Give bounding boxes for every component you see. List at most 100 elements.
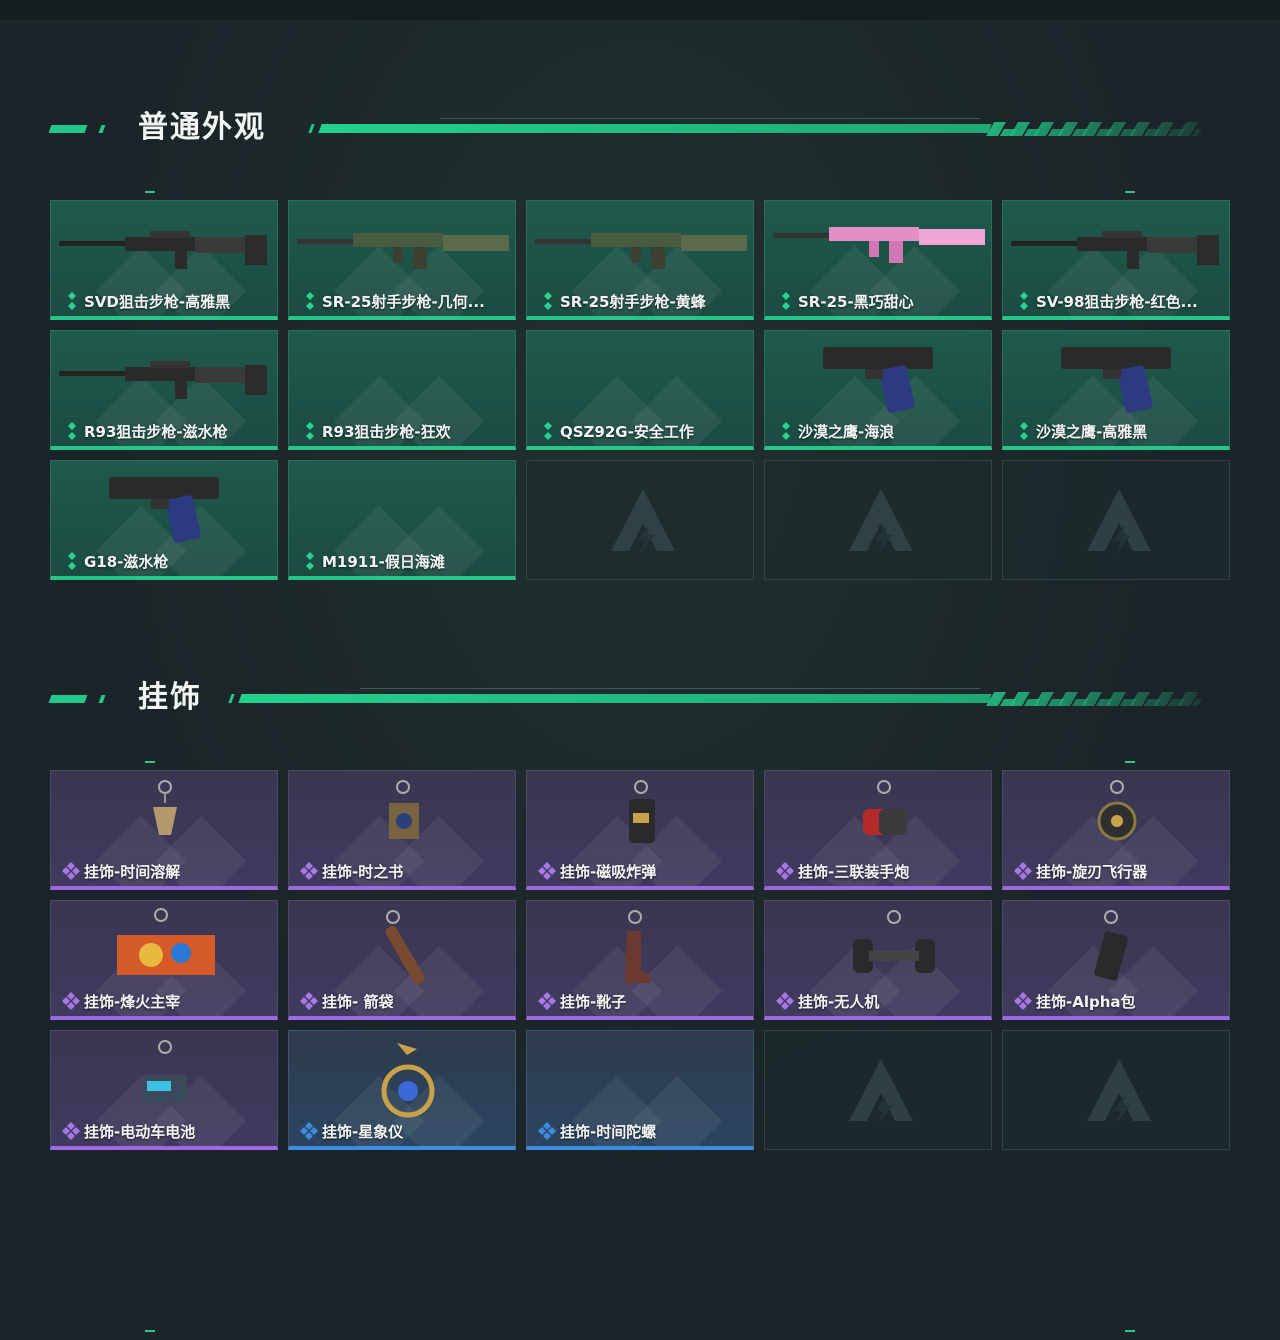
item-card[interactable]: R93狙击步枪-狂欢 [288,330,516,450]
item-card[interactable]: 挂饰- 箭袋 [288,900,516,1020]
item-label: 挂饰-时间溶解 [84,863,181,881]
section-title: 挂饰 [138,680,202,715]
item-label: SV-98狙击步枪-红色... [1036,293,1198,311]
empty-slot [1002,1030,1230,1150]
sniper-rifle-icon [1007,217,1227,281]
section-header: 挂饰 [48,678,1205,718]
pistol-icon [99,467,229,551]
charms-grid: 挂饰-时间溶解 挂饰-时之书 挂饰-磁吸炸弹 挂饰-三联装手炮 挂饰-旋刃飞行器挂饰-烽… [50,770,1230,1150]
item-card[interactable]: 挂饰-电动车电池 [50,1030,278,1150]
item-card[interactable]: 挂饰-星象仪 [288,1030,516,1150]
rarity-icon [300,1122,318,1140]
item-card[interactable]: 挂饰-时间溶解 [50,770,278,890]
marksman-rifle-icon [531,217,751,281]
item-card[interactable]: M1911-假日海滩 [288,460,516,580]
item-label: M1911-假日海滩 [322,553,445,571]
item-card[interactable]: 挂饰-时之书 [288,770,516,890]
sniper-rifle-icon [55,347,275,411]
item-label: 沙漠之鹰-高雅黑 [1036,423,1148,441]
item-card[interactable]: SR-25射手步枪-几何... [288,200,516,320]
logo-icon [1087,489,1151,555]
item-card[interactable]: G18-滋水枪 [50,460,278,580]
book-charm-icon [373,779,433,853]
item-label: 挂饰- 箭袋 [322,993,394,1011]
rarity-icon [306,292,314,310]
item-card[interactable]: R93狙击步枪-滋水枪 [50,330,278,450]
header-rule [308,118,1205,136]
item-card[interactable]: 挂饰-无人机 [764,900,992,1020]
rarity-icon [544,292,552,310]
item-label: 挂饰-时之书 [322,863,404,881]
item-label: 挂饰-电动车电池 [84,1123,196,1141]
rarity-icon [62,862,80,880]
logo-icon [1087,1059,1151,1125]
rarity-icon [62,992,80,1010]
rarity-icon [538,862,556,880]
section-title: 普通外观 [138,110,266,145]
item-label: 挂饰-靴子 [560,993,627,1011]
header-rule [228,688,1205,706]
item-card[interactable]: 挂饰-Alpha包 [1002,900,1230,1020]
item-card[interactable]: SVD狙击步枪-高雅黑 [50,200,278,320]
rifle-icon [769,211,989,275]
rarity-icon [68,422,76,440]
logo-icon [849,489,913,555]
rarity-icon [306,552,314,570]
pistol-icon [813,337,943,421]
bomb-charm-icon [611,779,671,853]
rarity-icon [1014,862,1032,880]
item-label: 挂饰-旋刃飞行器 [1036,863,1148,881]
item-card[interactable]: 挂饰-旋刃飞行器 [1002,770,1230,890]
item-card[interactable]: 挂饰-靴子 [526,900,754,1020]
logo-icon [849,1059,913,1125]
boot-charm-icon [611,909,661,993]
rarity-icon [68,552,76,570]
item-label: 挂饰-时间陀螺 [560,1123,657,1141]
item-label: SR-25射手步枪-几何... [322,293,485,311]
item-card[interactable]: 挂饰-三联装手炮 [764,770,992,890]
item-label: R93狙击步枪-狂欢 [322,423,451,441]
empty-slot [526,460,754,580]
rarity-icon [62,1122,80,1140]
item-label: SR-25射手步枪-黄蜂 [560,293,706,311]
top-band [0,0,1280,20]
item-label: 挂饰-三联装手炮 [798,863,910,881]
item-card[interactable]: QSZ92G-安全工作 [526,330,754,450]
item-label: 沙漠之鹰-海浪 [798,423,895,441]
item-label: 挂饰-烽火主宰 [84,993,181,1011]
item-label: SR-25-黑巧甜心 [798,293,914,311]
empty-slot [764,460,992,580]
marksman-rifle-icon [293,217,513,281]
item-label: G18-滋水枪 [84,553,169,571]
charm-icon [135,779,195,853]
item-card[interactable]: 沙漠之鹰-海浪 [764,330,992,450]
item-card[interactable]: SR-25-黑巧甜心 [764,200,992,320]
rarity-icon [544,422,552,440]
item-card[interactable]: SR-25射手步枪-黄蜂 [526,200,754,320]
item-label: R93狙击步枪-滋水枪 [84,423,228,441]
item-label: 挂饰-无人机 [798,993,880,1011]
quiver-charm-icon [373,909,443,993]
drone-charm-icon [849,909,939,983]
section-header: 普通外观 [48,108,1205,148]
logo-icon [611,489,675,555]
bag-charm-icon [1087,909,1137,993]
item-card[interactable]: 挂饰-磁吸炸弹 [526,770,754,890]
item-label: 挂饰-Alpha包 [1036,993,1136,1011]
rarity-icon [300,862,318,880]
rarity-icon [1020,292,1028,310]
rarity-icon [1020,422,1028,440]
rarity-icon [782,292,790,310]
item-card[interactable]: 沙漠之鹰-高雅黑 [1002,330,1230,450]
rarity-icon [776,862,794,880]
item-label: 挂饰-星象仪 [322,1123,404,1141]
pistol-icon [1051,337,1181,421]
rarity-icon [538,1122,556,1140]
item-card[interactable]: SV-98狙击步枪-红色... [1002,200,1230,320]
blade-charm-icon [1087,779,1147,853]
rarity-icon [538,992,556,1010]
item-card[interactable]: 挂饰-烽火主宰 [50,900,278,1020]
item-label: 挂饰-磁吸炸弹 [560,863,657,881]
item-card[interactable]: 挂饰-时间陀螺 [526,1030,754,1150]
empty-slot [1002,460,1230,580]
